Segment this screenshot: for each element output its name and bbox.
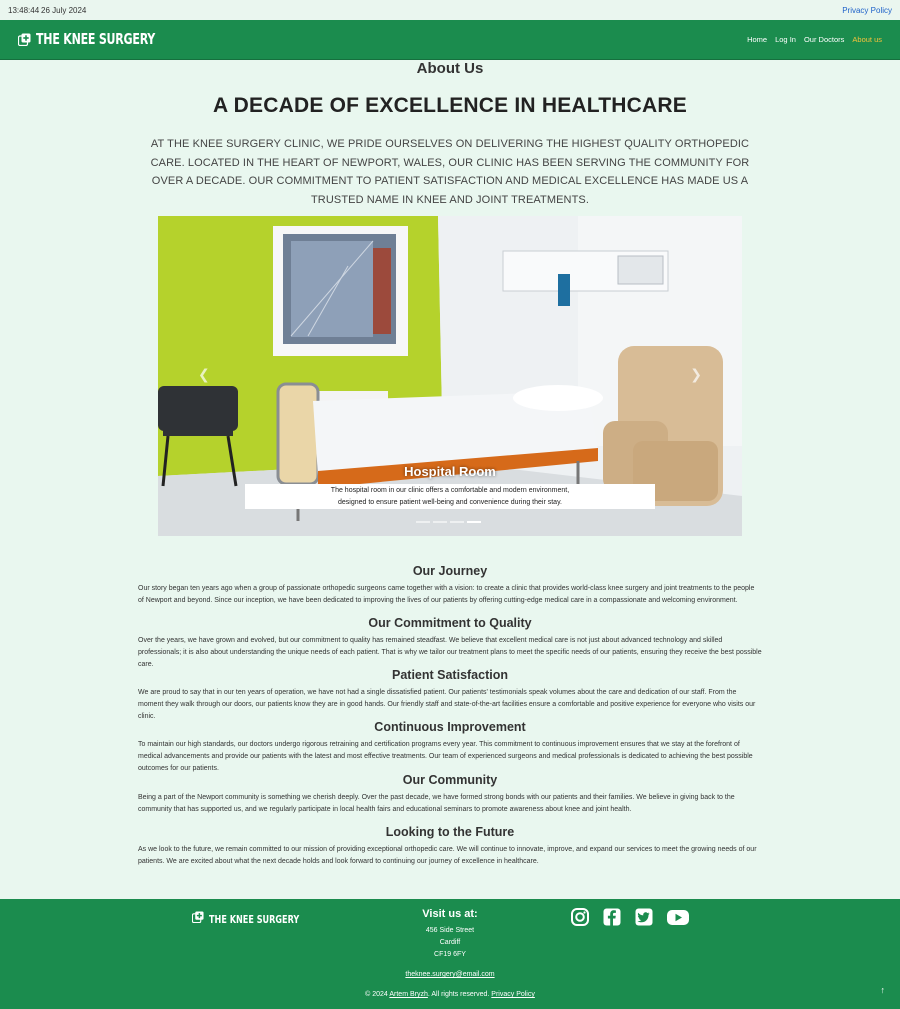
nav-our-doctors[interactable]: Our Doctors bbox=[804, 35, 844, 44]
facebook-icon[interactable] bbox=[602, 907, 622, 927]
caption-line: designed to ensure patient well-being an… bbox=[337, 498, 563, 506]
address-line: Cardiff bbox=[439, 939, 461, 946]
carousel-caption: The hospital room in our clinic offers a… bbox=[245, 484, 655, 509]
carousel-indicator[interactable] bbox=[467, 521, 481, 523]
author-link[interactable]: Artem Bryzh bbox=[389, 991, 428, 998]
intro-paragraph: At The Knee Surgery Clinic, we pride our… bbox=[150, 138, 750, 206]
brand-logo[interactable]: THE KNEE SURGERY bbox=[17, 29, 181, 49]
footer-brand-name: THE KNEE SURGERY bbox=[209, 912, 300, 926]
footer-copyright: © 2024 Artem Bryzh. All rights reserved.… bbox=[0, 991, 900, 998]
address-line: CF19 6FY bbox=[434, 951, 466, 958]
footer-privacy-link[interactable]: Privacy Policy bbox=[491, 991, 535, 998]
nav-home[interactable]: Home bbox=[747, 35, 767, 44]
privacy-policy-link[interactable]: Privacy Policy bbox=[842, 6, 892, 15]
section-text: Being a part of the Newport community is… bbox=[138, 794, 735, 813]
carousel-indicator[interactable] bbox=[433, 521, 447, 523]
section-heading: Continuous Improvement bbox=[374, 720, 526, 734]
section-heading: Looking to the Future bbox=[385, 825, 515, 839]
carousel-prev-icon[interactable]: ❮ bbox=[198, 366, 210, 383]
carousel-indicators bbox=[416, 521, 481, 523]
section-patient-satisfaction: Patient Satisfaction We are proud to say… bbox=[138, 668, 762, 723]
section-heading: Our Community bbox=[402, 773, 498, 787]
rights-text: . All rights reserved. bbox=[427, 991, 490, 998]
main-navbar: THE KNEE SURGERY Home Log In Our Doctors… bbox=[0, 20, 900, 60]
section-text: We are proud to say that in our ten year… bbox=[138, 689, 756, 720]
page-heading: About Us bbox=[416, 60, 484, 77]
section-our-community: Our Community Being a part of the Newpor… bbox=[138, 773, 762, 816]
brand-name: THE KNEE SURGERY bbox=[36, 30, 156, 48]
footer-email-link[interactable]: theknee.surgery@email.com bbox=[0, 971, 900, 978]
section-commitment: Our Commitment to Quality Over the years… bbox=[138, 616, 762, 671]
caption-line: The hospital room in our clinic offers a… bbox=[330, 487, 570, 494]
section-future: Looking to the Future As we look to the … bbox=[138, 825, 762, 868]
carousel-indicator[interactable] bbox=[450, 521, 464, 523]
medical-plus-icon bbox=[191, 910, 204, 928]
visit-title: Visit us at: bbox=[422, 908, 478, 920]
carousel-indicator[interactable] bbox=[416, 521, 430, 523]
instagram-icon[interactable] bbox=[570, 907, 590, 927]
nav-about-us[interactable]: About us bbox=[852, 35, 882, 44]
footer: THE KNEE SURGERY Visit us at: 456 Side S… bbox=[0, 899, 900, 1009]
page-title: A DECADE OF EXCELLENCE IN HEALTHCARE bbox=[213, 94, 687, 117]
section-continuous-improvement: Continuous Improvement To maintain our h… bbox=[138, 720, 762, 775]
section-heading: Our Commitment to Quality bbox=[368, 616, 532, 630]
nav-menu: Home Log In Our Doctors About us bbox=[747, 35, 882, 44]
twitter-icon[interactable] bbox=[634, 907, 654, 927]
image-carousel: ❮ ❯ Hospital Room The hospital room in o… bbox=[158, 216, 742, 536]
youtube-icon[interactable] bbox=[666, 907, 690, 927]
top-status-bar: 13:48:44 26 July 2024 Privacy Policy bbox=[0, 0, 900, 20]
section-heading: Patient Satisfaction bbox=[392, 668, 508, 682]
carousel-next-icon[interactable]: ❯ bbox=[690, 366, 702, 383]
nav-login[interactable]: Log In bbox=[775, 35, 796, 44]
current-date: 26 July 2024 bbox=[41, 6, 87, 15]
copyright-year: © 2024 bbox=[365, 991, 388, 998]
section-text: To maintain our high standards, our doct… bbox=[138, 741, 753, 772]
back-to-top-icon[interactable]: ↑ bbox=[881, 985, 886, 995]
footer-address-block: Visit us at: 456 Side Street Cardiff CF1… bbox=[400, 908, 500, 961]
clock-time: 13:48:44 bbox=[8, 6, 40, 15]
section-text: Over the years, we have grown and evolve… bbox=[138, 637, 762, 668]
section-text: As we look to the future, we remain comm… bbox=[138, 846, 757, 865]
section-text: Our story began ten years ago when a gro… bbox=[138, 585, 755, 604]
medical-plus-icon bbox=[17, 33, 31, 46]
social-links bbox=[570, 907, 690, 927]
address-line: 456 Side Street bbox=[425, 927, 475, 934]
footer-brand-logo[interactable]: THE KNEE SURGERY bbox=[191, 910, 319, 928]
section-our-journey: Our Journey Our story began ten years ag… bbox=[138, 564, 762, 607]
section-heading: Our Journey bbox=[412, 564, 488, 578]
carousel-caption-title: Hospital Room bbox=[404, 464, 496, 479]
